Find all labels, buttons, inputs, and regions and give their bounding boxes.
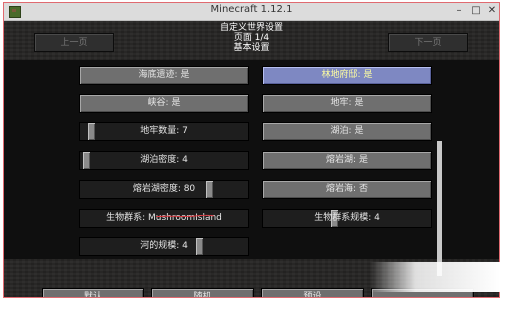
title-bar: Minecraft 1.12.1 – □ ✕ bbox=[4, 3, 499, 21]
customize-world-screen: 自定义世界设置 页面 1/4 基本设置 上一页 下一页 海底遗迹: 是 峡谷: … bbox=[4, 21, 499, 297]
dungeon-count-slider[interactable]: 地牢数量: 7 bbox=[79, 122, 249, 141]
watermark-fade bbox=[370, 262, 500, 292]
slider-label: 河的规模: 4 bbox=[140, 241, 188, 251]
lava-lakes-toggle[interactable]: 熔岩湖: 是 bbox=[262, 151, 432, 170]
lakes-toggle[interactable]: 湖泊: 是 bbox=[262, 122, 432, 141]
river-size-slider[interactable]: 河的规模: 4 bbox=[79, 237, 249, 256]
next-page-button[interactable]: 下一页 bbox=[388, 33, 468, 52]
slider-label: 生物群系规模: 4 bbox=[314, 213, 380, 223]
biome-size-slider[interactable]: 生物群系规模: 4 bbox=[262, 209, 432, 228]
ravines-toggle[interactable]: 峡谷: 是 bbox=[79, 94, 249, 113]
defaults-button[interactable]: 默认 bbox=[42, 288, 144, 297]
minimize-icon[interactable]: – bbox=[450, 4, 468, 18]
lake-density-slider[interactable]: 湖泊密度: 4 bbox=[79, 151, 249, 170]
ocean-monuments-toggle[interactable]: 海底遗迹: 是 bbox=[79, 66, 249, 85]
slider-handle[interactable] bbox=[88, 123, 95, 140]
slider-handle[interactable] bbox=[206, 181, 213, 198]
slider-label: 熔岩湖密度: 80 bbox=[132, 184, 196, 194]
dungeons-toggle[interactable]: 地牢: 是 bbox=[262, 94, 432, 113]
slider-handle[interactable] bbox=[83, 152, 90, 169]
red-underline-mark bbox=[156, 214, 214, 218]
lava-lake-density-slider[interactable]: 熔岩湖密度: 80 bbox=[79, 180, 249, 199]
close-icon[interactable]: ✕ bbox=[483, 4, 499, 18]
biome-selector[interactable]: 生物群系: MushroomIsland bbox=[79, 209, 249, 228]
presets-button[interactable]: 预设 bbox=[261, 288, 364, 297]
app-window: Minecraft 1.12.1 – □ ✕ 自定义世界设置 页面 1/4 基本… bbox=[3, 2, 500, 298]
randomize-button[interactable]: 随机 bbox=[151, 288, 254, 297]
slider-label: 地牢数量: 7 bbox=[140, 126, 188, 136]
slider-handle[interactable] bbox=[196, 238, 203, 255]
screen-title: 自定义世界设置 bbox=[219, 23, 283, 33]
lava-oceans-toggle[interactable]: 熔岩海: 否 bbox=[262, 180, 432, 199]
list-scrollbar[interactable] bbox=[437, 141, 442, 276]
woodland-mansion-toggle[interactable]: 林地府邸: 是 bbox=[262, 66, 432, 85]
slider-label: 湖泊密度: 4 bbox=[140, 155, 188, 165]
window-title: Minecraft 1.12.1 bbox=[210, 4, 293, 15]
previous-page-button[interactable]: 上一页 bbox=[34, 33, 114, 52]
